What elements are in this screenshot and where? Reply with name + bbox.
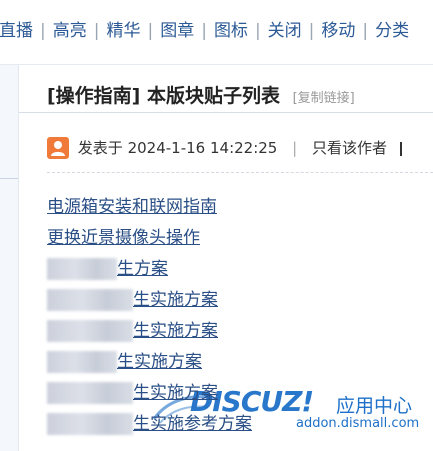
author-online-icon <box>47 137 69 159</box>
post-meta: 发表于 2024-1-16 14:22:25 | 只看该作者 <box>47 137 402 159</box>
post-link-text: 生实施参考方案 <box>133 414 252 434</box>
post-link-text: 生实施方案 <box>133 383 218 403</box>
post-link[interactable]: 更换近景摄像头操作 <box>47 227 433 258</box>
author-only-link[interactable]: 只看该作者 <box>312 139 387 157</box>
redacted-block <box>47 382 133 404</box>
moderation-toolbar: 直播 | 高亮 | 精华 | 图章 | 图标 | 关闭 | 移动 | 分类 <box>0 0 433 65</box>
toolbar-highlight[interactable]: 高亮 <box>46 20 94 42</box>
toolbar-move[interactable]: 移动 <box>314 20 362 42</box>
app-center-label: 应用中心 <box>336 395 413 417</box>
author-sidebar <box>0 65 19 451</box>
post-link[interactable]: 生实施方案 <box>47 351 433 382</box>
sidebar-divider <box>0 178 18 179</box>
meta-tail <box>399 141 402 156</box>
toolbar-digest[interactable]: 精华 <box>99 20 147 42</box>
post-link[interactable]: 电源箱安装和联网指南 <box>47 196 433 227</box>
post-link-text: 生实施方案 <box>133 290 218 310</box>
redacted-block <box>47 289 133 311</box>
copy-link-button[interactable]: [复制链接] <box>293 91 355 106</box>
title-divider <box>19 112 433 113</box>
redacted-block <box>47 413 133 435</box>
post-link-text: 生实施方案 <box>117 352 202 372</box>
post-link[interactable]: 生实施方案 <box>47 289 433 320</box>
thread-title-row: [操作指南] 本版块贴子列表 [复制链接] <box>47 81 355 108</box>
redacted-block <box>47 351 117 373</box>
meta-separator: | <box>292 139 298 157</box>
post-link[interactable]: 生方案 <box>47 258 433 289</box>
posted-time: 2024-1-16 14:22:25 <box>127 139 278 157</box>
watermark-url: addon.dismall.com <box>296 416 420 431</box>
toolbar-live[interactable]: 直播 <box>0 20 40 42</box>
thread-title: [操作指南] 本版块贴子列表 <box>47 85 280 107</box>
toolbar-close[interactable]: 关闭 <box>261 20 309 42</box>
meta-dashed-divider <box>47 172 433 173</box>
toolbar-items: 直播 | 高亮 | 精华 | 图章 | 图标 | 关闭 | 移动 | 分类 <box>0 20 416 42</box>
redacted-block <box>47 320 133 342</box>
toolbar-stamp[interactable]: 图章 <box>153 20 201 42</box>
post-link-text: 生方案 <box>117 259 168 279</box>
posted-label: 发表于 <box>77 139 123 157</box>
redacted-block <box>47 258 117 280</box>
toolbar-category[interactable]: 分类 <box>368 20 416 42</box>
post-link-text: 生实施方案 <box>133 321 218 341</box>
post-link-text: 更换近景摄像头操作 <box>47 228 200 248</box>
toolbar-icon[interactable]: 图标 <box>207 20 255 42</box>
post-link[interactable]: 生实施方案 <box>47 320 433 351</box>
post-link-text: 电源箱安装和联网指南 <box>47 197 217 217</box>
